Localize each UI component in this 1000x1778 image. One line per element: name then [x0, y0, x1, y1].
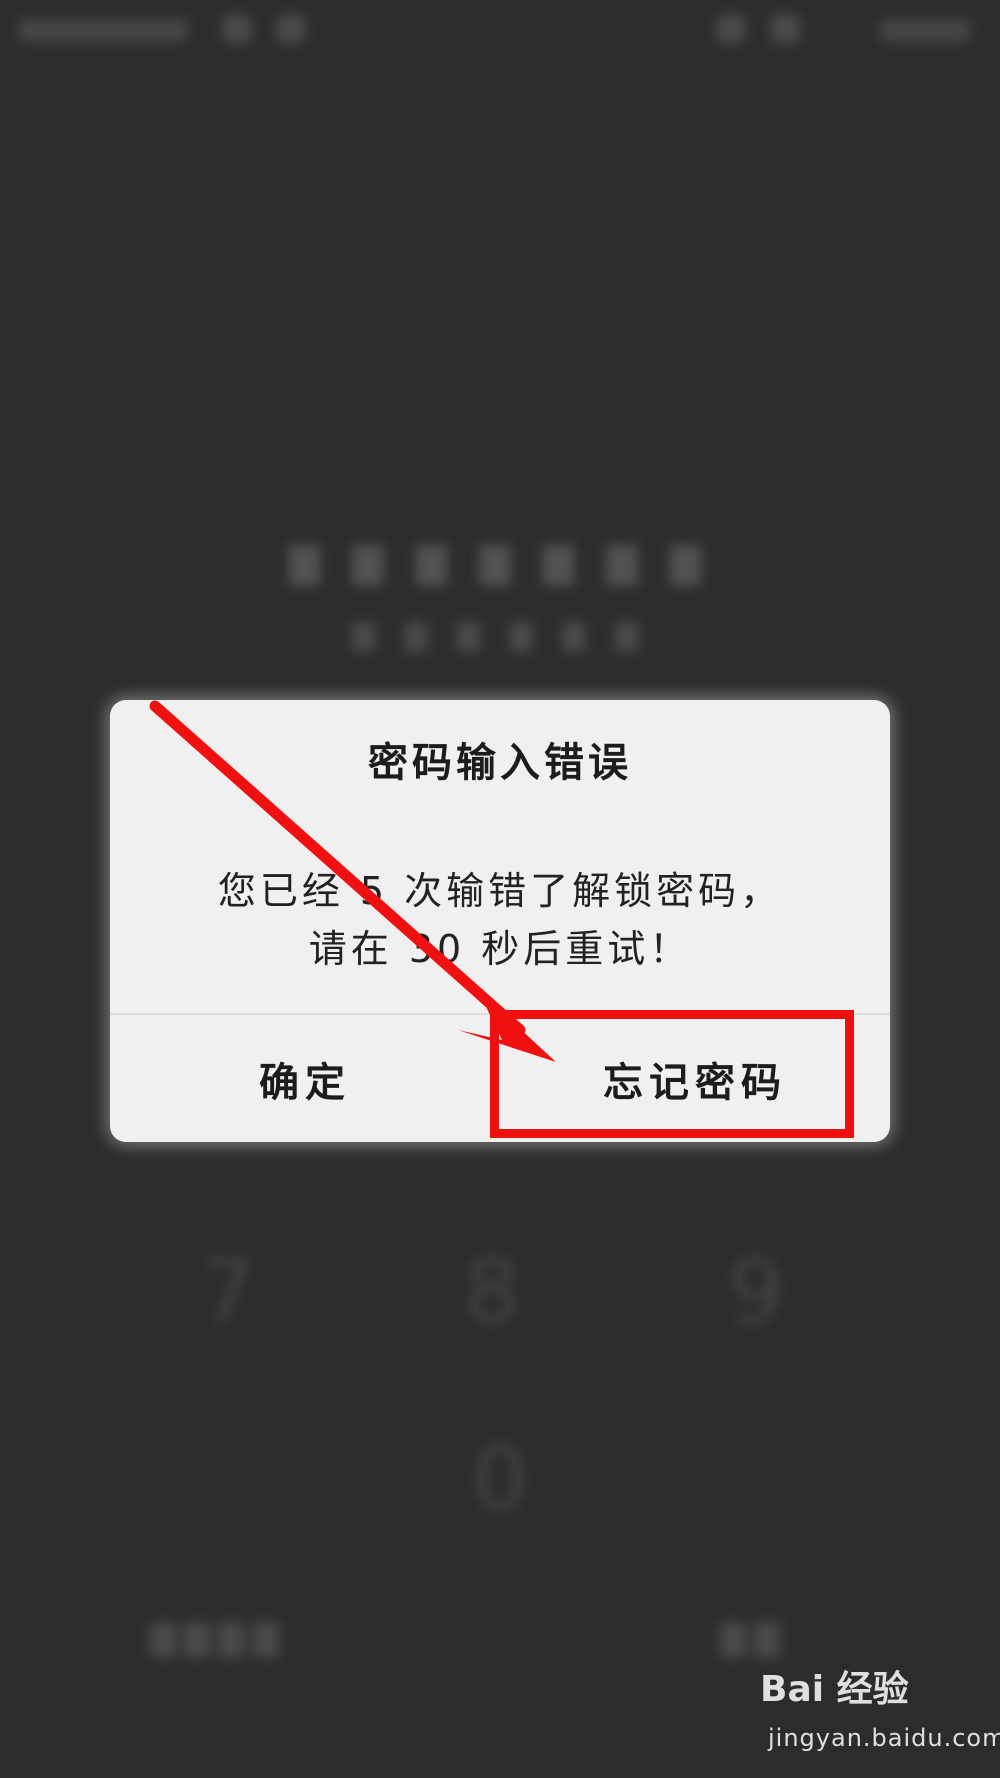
watermark-url: jingyan.baidu.com	[768, 1724, 1000, 1752]
baidu-paw-logo: Bai 经验	[760, 1669, 909, 1710]
lock-screen: ▇ ▇ ▇ ▇ ▇ ▇ ▇ ▇ ▇ ▇ ▇ ▇ ▇ 7 8 9 0 ▇▇▇▇ ▇…	[0, 0, 1000, 1778]
annotation-arrow-icon	[149, 700, 556, 1062]
baidu-jingyan-watermark: Bai 经验 jingyan.baidu.com	[760, 1660, 1000, 1760]
